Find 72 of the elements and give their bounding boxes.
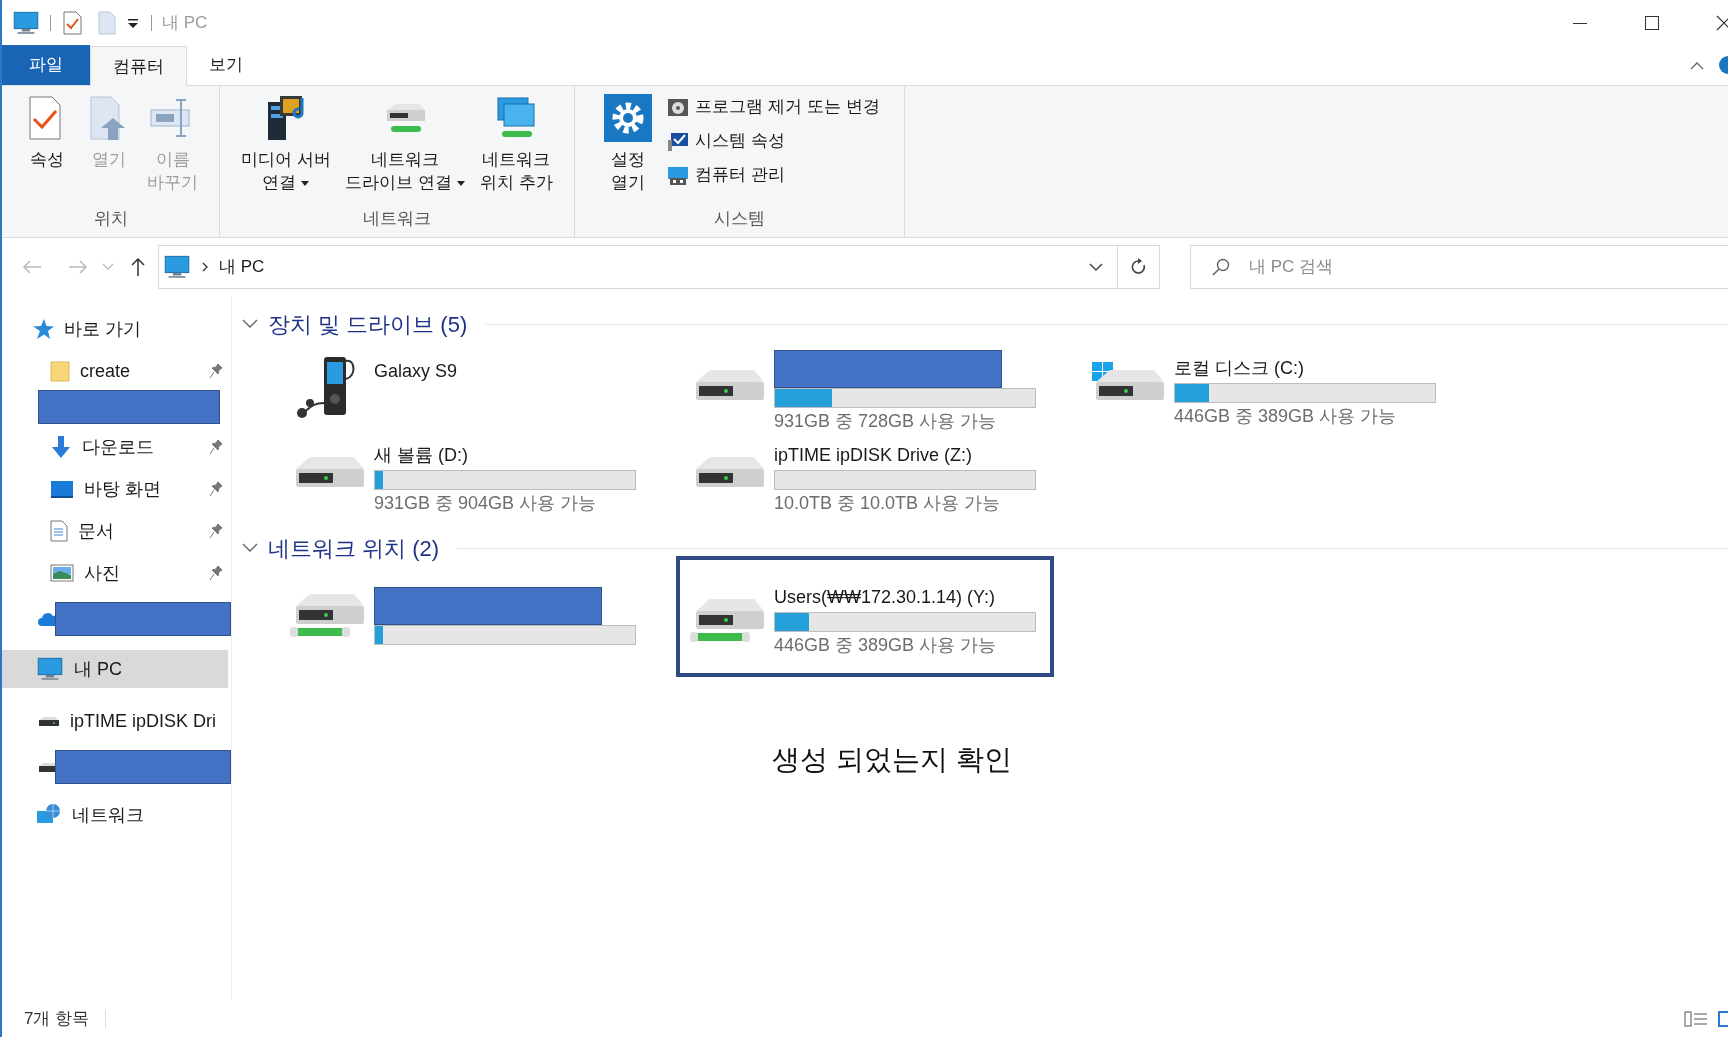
caption-text: 생성 되었는지 확인 xyxy=(772,743,1012,777)
group-label: 시스템 xyxy=(713,208,766,230)
ribbon-button[interactable]: 미디어 서버 연결 xyxy=(236,94,337,205)
address-bar[interactable]: 내 PC xyxy=(158,245,1118,289)
sidebar-item[interactable]: 네트워크 xyxy=(2,796,231,834)
capacity-text: 931GB 중 904GB 사용 가능 xyxy=(374,491,598,515)
drive-tile[interactable]: 931GB 중 728GB 사용 가능 xyxy=(690,344,1090,431)
monitor-check-icon xyxy=(667,130,690,152)
sidebar-item[interactable]: 바탕 화면 xyxy=(2,470,231,508)
sidebar-item[interactable]: 내 PC xyxy=(2,650,228,688)
drive-icon xyxy=(38,714,60,728)
sidebar-item[interactable]: 바로 가기 xyxy=(2,310,231,348)
drive-tile[interactable]: 새 볼륨 (D:) 931GB 중 904GB 사용 가능 xyxy=(290,431,690,518)
properties-icon[interactable] xyxy=(61,10,83,35)
section-header[interactable]: 장치 및 드라이브 (5) xyxy=(242,307,468,341)
sidebar-item[interactable]: ipTIME ipDISK Dri xyxy=(2,702,231,740)
maximize-icon[interactable] xyxy=(1644,14,1660,31)
capacity-text: 446GB 중 389GB 사용 가능 xyxy=(774,633,998,657)
ribbon-button[interactable]: 네트워크 위치 추가 xyxy=(474,94,558,205)
window-title: 내 PC xyxy=(162,11,208,34)
refresh-icon xyxy=(1130,258,1147,276)
sidebar-item[interactable]: 다운로드 xyxy=(2,428,231,466)
capacity-text: 931GB 중 728GB 사용 가능 xyxy=(774,409,998,433)
ribbon-button[interactable]: 시스템 속성 xyxy=(667,128,880,154)
computer-management-icon xyxy=(667,164,690,186)
sidebar-item[interactable]: create xyxy=(2,352,231,390)
ribbon-button[interactable]: 설정 열기 xyxy=(599,94,658,205)
group-label: 네트워크 xyxy=(362,208,432,230)
download-arrow-icon xyxy=(50,435,72,459)
capacity-text: 446GB 중 389GB 사용 가능 xyxy=(1174,404,1398,428)
sidebar-item[interactable]: 문서 xyxy=(2,512,231,550)
star-icon xyxy=(32,318,54,340)
drive-tile[interactable]: ipTIME ipDISK Drive (Z:) 10.0TB 중 10.0TB 사용 가능 xyxy=(690,431,1090,518)
ribbon-button[interactable]: 네트워크 드라이브 연결 xyxy=(340,94,471,205)
drive-tile[interactable]: Users(₩₩172.30.1.14) (Y:) 446GB 중 389GB 사용 가능 xyxy=(680,560,1050,673)
desktop-icon xyxy=(50,479,74,499)
ribbon-tab[interactable]: 컴퓨터 xyxy=(90,46,187,86)
ribbon-button[interactable]: 컴퓨터 관리 xyxy=(667,162,880,188)
drive-name: ipTIME ipDISK Drive (Z:) xyxy=(774,443,974,467)
up-icon[interactable] xyxy=(130,257,146,277)
ribbon-tab[interactable]: 보기 xyxy=(187,45,265,85)
document-icon xyxy=(50,520,68,542)
search-field[interactable]: 내 PC 검색 xyxy=(1190,245,1728,289)
caret-icon xyxy=(300,178,311,187)
settings-icon xyxy=(604,94,653,142)
ribbon-button[interactable]: 속성 xyxy=(18,94,76,205)
section-header[interactable]: 네트워크 위치 (2) xyxy=(242,531,440,565)
sidebar-item[interactable]: 사진 xyxy=(2,554,231,592)
drive-tile[interactable]: Galaxy S9 xyxy=(290,344,690,431)
monitor-icon xyxy=(36,655,64,683)
folder-icon xyxy=(50,360,70,382)
drive-name: 로컬 디스크 (C:) xyxy=(1174,356,1305,380)
drive-tile[interactable]: 로컬 디스크 (C:) 446GB 중 389GB 사용 가능 xyxy=(1090,344,1490,431)
search-icon xyxy=(1212,258,1230,276)
dropdown-icon[interactable] xyxy=(1089,262,1103,272)
group-label: 위치 xyxy=(92,208,129,230)
address-path: 내 PC xyxy=(219,256,266,279)
collapse-ribbon-icon[interactable] xyxy=(1690,61,1704,71)
caret-icon xyxy=(455,178,466,187)
drive-name: Galaxy S9 xyxy=(374,360,458,383)
monitor-icon xyxy=(163,253,191,281)
ribbon-button[interactable]: 프로그램 제거 또는 변경 xyxy=(667,94,880,120)
drive-name: 새 볼륨 (D:) xyxy=(374,443,469,467)
chevron-right-icon xyxy=(201,262,209,272)
item-count: 7개 항목 xyxy=(24,1007,90,1030)
ribbon-tab[interactable]: 파일 xyxy=(2,45,90,85)
picture-icon xyxy=(50,563,74,583)
capacity-text: 10.0TB 중 10.0TB 사용 가능 xyxy=(774,491,1002,515)
refresh-button[interactable] xyxy=(1118,245,1160,289)
drive-name: Users(₩₩172.30.1.14) (Y:) xyxy=(774,585,997,609)
close-icon[interactable] xyxy=(1716,14,1728,31)
disc-box-icon xyxy=(667,96,690,118)
